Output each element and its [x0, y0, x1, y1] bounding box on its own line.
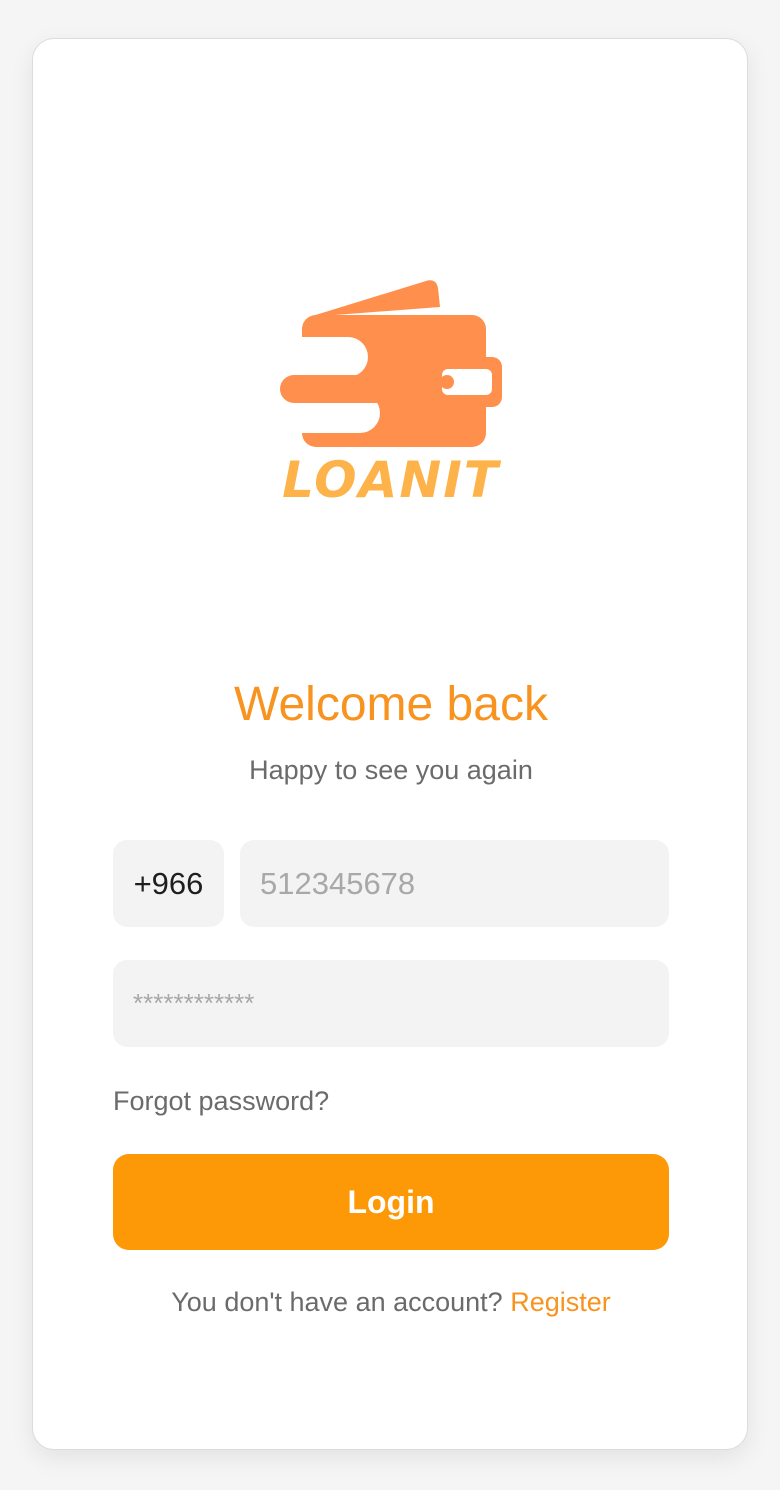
wallet-icon: [276, 280, 502, 447]
phone-input[interactable]: [240, 840, 669, 927]
register-prompt-text: You don't have an account?: [171, 1287, 503, 1317]
password-input[interactable]: [113, 960, 669, 1047]
page-title: Welcome back: [234, 678, 548, 731]
forgot-password-link[interactable]: Forgot password?: [113, 1084, 329, 1118]
register-link[interactable]: Register: [510, 1287, 611, 1317]
country-code-value: +966: [133, 865, 204, 901]
page-subtitle: Happy to see you again: [249, 755, 533, 785]
register-prompt: You don't have an account? Register: [33, 1285, 749, 1319]
password-field-wrapper: [113, 960, 669, 1047]
brand-logo: LOANIT: [276, 275, 506, 507]
country-code-selector[interactable]: +966: [113, 840, 224, 927]
login-button[interactable]: Login: [113, 1154, 669, 1250]
logo-wordmark: LOANIT: [282, 451, 500, 509]
phone-field-wrapper: [240, 840, 669, 927]
login-card: LOANIT Welcome back Happy to see you aga…: [32, 38, 748, 1450]
